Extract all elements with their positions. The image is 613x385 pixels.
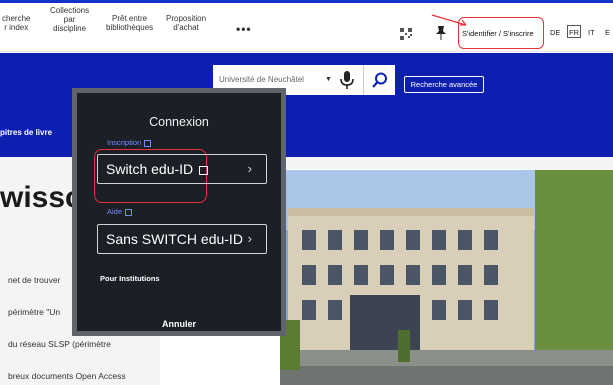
chevron-right-icon: › [247, 161, 252, 176]
external-link-icon [199, 165, 209, 175]
lang-fr[interactable]: FR [569, 28, 579, 37]
pin-icon[interactable] [436, 26, 446, 40]
cancel-button[interactable]: Annuler [77, 319, 281, 329]
page-title: wissc [0, 181, 82, 214]
advanced-search-button[interactable]: Recherche avancée [404, 76, 484, 93]
search-icon [372, 72, 387, 88]
search-scope-label: Université de Neuchâtel [219, 75, 304, 84]
top-accent-bar [0, 0, 613, 3]
lang-de[interactable]: DE [550, 28, 560, 37]
lang-it[interactable]: IT [588, 28, 595, 37]
login-register-link[interactable]: S'identifier / S'inscrire [462, 29, 534, 38]
nav-item-interlibrary-loan[interactable]: Prêt entre bibliothèques [106, 14, 153, 32]
nav-item-purchase-proposal[interactable]: Proposition d'achat [166, 14, 206, 32]
subnav-book-chapters[interactable]: pitres de livre [0, 128, 52, 137]
search-button[interactable] [363, 65, 395, 95]
external-link-icon [125, 208, 133, 216]
switch-edu-id-button[interactable]: Switch edu-ID › [97, 154, 267, 184]
help-link[interactable]: Aide [107, 207, 133, 216]
chevron-down-icon[interactable]: ▼ [325, 76, 332, 83]
body-line-3: du réseau SLSP (périmètre [8, 339, 111, 349]
microphone-icon[interactable] [340, 71, 354, 89]
modal-title: Connexion [149, 115, 209, 129]
external-link-icon [144, 139, 152, 147]
institutions-link[interactable]: Pour Institutions [100, 274, 160, 283]
nav-item-collections[interactable]: Collections par discipline [50, 6, 89, 33]
body-line-1: net de trouver [8, 275, 61, 285]
chevron-right-icon: › [247, 231, 252, 246]
university-building-image [280, 170, 613, 385]
login-modal: Connexion Inscription Switch edu-ID › Ai… [72, 88, 286, 336]
more-menu-button[interactable]: ••• [236, 22, 252, 36]
qr-code-icon[interactable] [400, 28, 412, 40]
register-link[interactable]: Inscription [107, 138, 152, 147]
lang-en[interactable]: E [605, 28, 610, 37]
without-switch-edu-id-button[interactable]: Sans SWITCH edu-ID › [97, 224, 267, 254]
body-line-2: périmètre "Un [8, 307, 61, 317]
nav-item-search-index[interactable]: cherche r index [2, 14, 30, 32]
body-line-4: breux documents Open Access [8, 371, 126, 381]
top-nav: cherche r index Collections par discipli… [0, 0, 613, 52]
